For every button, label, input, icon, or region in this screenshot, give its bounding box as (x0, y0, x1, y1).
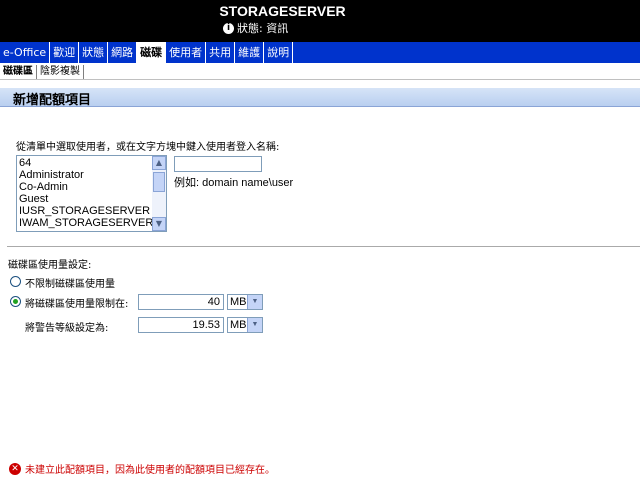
warning-unit-value: MB (230, 319, 247, 331)
subnav-shadow-copies[interactable]: 陰影複製 (37, 65, 84, 79)
list-item[interactable]: Co-Admin (19, 181, 153, 193)
limit-radio[interactable] (10, 296, 21, 307)
chevron-down-icon[interactable]: ▼ (247, 295, 262, 309)
subnav-volumes[interactable]: 磁碟區 (0, 65, 37, 79)
warning-value-input[interactable]: 19.53 (138, 317, 224, 333)
username-input[interactable] (174, 156, 262, 172)
no-limit-label: 不限制磁碟區使用量 (25, 279, 115, 290)
limit-unit-select[interactable]: MB ▼ (227, 294, 263, 310)
info-icon: i (223, 22, 234, 34)
nav-shares[interactable]: 共用 (206, 42, 236, 63)
nav-status[interactable]: 狀態 (79, 42, 109, 63)
status-indicator: i 狀態: 資訊 (223, 20, 288, 36)
title-bar: 新增配額項目 (0, 88, 640, 108)
error-text: 未建立此配額項目，因為此使用者的配額項目已經存在。 (25, 465, 275, 476)
list-item[interactable]: 64 (19, 157, 153, 169)
chevron-down-icon[interactable]: ▼ (247, 318, 262, 332)
list-item[interactable]: Administrator (19, 169, 153, 181)
warning-label: 將警告等級設定為: (25, 323, 109, 334)
scroll-down-icon[interactable]: ▼ (152, 217, 166, 231)
user-listbox[interactable]: 64 Administrator Co-Admin Guest IUSR_STO… (16, 155, 167, 232)
nav-e-office[interactable]: e-Office (0, 42, 51, 63)
limit-unit-value: MB (230, 296, 247, 308)
sub-nav: 磁碟區 陰影複製 (0, 65, 640, 80)
username-example: 例如: domain name\user (174, 177, 294, 189)
nav-maintenance[interactable]: 維護 (235, 42, 265, 63)
status-text: 狀態: 資訊 (237, 22, 289, 35)
error-icon: ✕ (9, 462, 21, 475)
scroll-up-icon[interactable]: ▲ (152, 156, 166, 170)
warning-unit-select[interactable]: MB ▼ (227, 317, 263, 333)
header-bar: STORAGESERVER i 狀態: 資訊 (0, 0, 640, 42)
limit-label: 將磁碟區使用量限制在: (25, 299, 129, 310)
main-nav: e-Office 歡迎 狀態 網路 磁碟 使用者 共用 維護 說明 (0, 42, 640, 65)
nav-help[interactable]: 說明 (264, 42, 294, 63)
nav-network[interactable]: 網路 (108, 42, 138, 63)
listbox-scrollbar[interactable]: ▲ ▼ (152, 156, 166, 231)
page-title: 新增配額項目 (13, 93, 92, 108)
limit-value-input[interactable]: 40 (138, 294, 224, 310)
quota-settings-title: 磁碟區使用量設定: (8, 260, 92, 271)
error-message: ✕ 未建立此配額項目，因為此使用者的配額項目已經存在。 (9, 461, 275, 476)
list-item[interactable]: IUSR_STORAGESERVER (19, 205, 153, 217)
section-divider (7, 246, 640, 247)
nav-users[interactable]: 使用者 (166, 42, 207, 63)
nav-disks[interactable]: 磁碟 (137, 42, 167, 63)
user-select-prompt: 從清單中選取使用者，或在文字方塊中鍵入使用者登入名稱: (16, 142, 280, 153)
nav-welcome[interactable]: 歡迎 (50, 42, 80, 63)
server-name: STORAGESERVER (219, 3, 346, 19)
list-item[interactable]: Guest (19, 193, 153, 205)
no-limit-radio[interactable] (10, 276, 21, 287)
list-item[interactable]: IWAM_STORAGESERVER (19, 217, 153, 229)
scroll-thumb[interactable] (153, 172, 165, 192)
